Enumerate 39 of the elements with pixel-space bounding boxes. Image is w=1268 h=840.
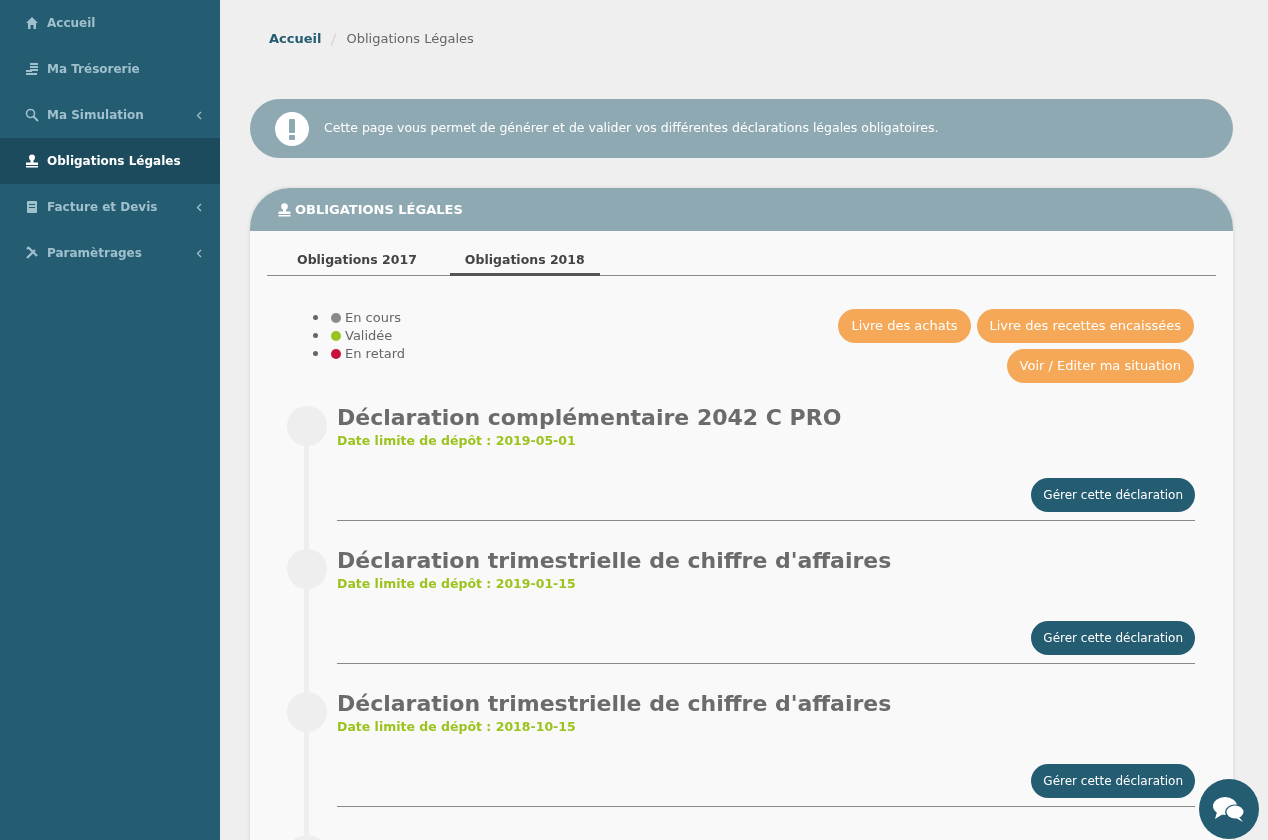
manage-button[interactable]: Gérer cette déclaration bbox=[1031, 763, 1195, 798]
stamp-icon bbox=[278, 202, 291, 217]
declaration-title: Déclaration trimestrielle de chiffre d'affaires bbox=[337, 546, 893, 575]
document-icon bbox=[25, 200, 39, 214]
bullet-icon bbox=[313, 315, 318, 321]
warning-icon bbox=[275, 111, 309, 146]
action-button[interactable]: Livre des achats bbox=[838, 308, 971, 343]
sidebar-item[interactable]: Ma Simulation bbox=[0, 92, 220, 138]
legend-label: En retard bbox=[345, 344, 406, 363]
action-button[interactable]: Voir / Editer ma situation bbox=[1006, 348, 1194, 383]
sidebar-item[interactable]: Obligations Légales bbox=[0, 138, 220, 184]
sidebar-item[interactable]: Facture et Devis bbox=[0, 184, 220, 230]
legend-label: En cours bbox=[345, 308, 402, 327]
coins-icon bbox=[25, 62, 39, 76]
deadline-text: Date limite de dépôt : 2019-01-15 bbox=[337, 574, 577, 593]
declaration-title: Déclaration complémentaire 2042 C PRO bbox=[337, 403, 843, 432]
breadcrumb-link[interactable]: Accueil bbox=[269, 29, 322, 49]
deadline-text: Date limite de dépôt : 2018-10-15 bbox=[337, 717, 577, 736]
manage-button[interactable]: Gérer cette déclaration bbox=[1031, 620, 1195, 655]
action-button[interactable]: Livre des recettes encaissées bbox=[976, 308, 1194, 343]
deadline-text: Date limite de dépôt : 2019-05-01 bbox=[337, 431, 577, 450]
sidebar-item[interactable]: Ma Trésorerie bbox=[0, 46, 220, 92]
search-icon bbox=[25, 108, 39, 122]
legend-label: Validée bbox=[345, 326, 393, 345]
sidebar-item[interactable]: Accueil bbox=[0, 0, 220, 46]
card-title: OBLIGATIONS LÉGALES bbox=[295, 200, 463, 219]
home-icon bbox=[25, 16, 39, 30]
bullet-icon bbox=[313, 351, 318, 357]
tab[interactable]: Obligations 2017 bbox=[282, 251, 432, 276]
manage-button[interactable]: Gérer cette déclaration bbox=[1031, 477, 1195, 512]
chat-bubbles-icon bbox=[1212, 795, 1246, 823]
tab[interactable]: Obligations 2018 bbox=[449, 251, 600, 276]
stamp-icon bbox=[25, 154, 39, 168]
declaration-title: Déclaration trimestrielle de chiffre d'affaires bbox=[337, 689, 893, 718]
breadcrumb-current: Obligations Légales bbox=[346, 30, 474, 49]
tools-icon bbox=[25, 246, 39, 260]
info-text: Cette page vous permet de générer et de valider vos différentes déclarations légales obligatoires. bbox=[324, 119, 939, 138]
bullet-icon bbox=[313, 333, 318, 339]
sidebar-item[interactable]: Paramètrages bbox=[0, 230, 220, 276]
